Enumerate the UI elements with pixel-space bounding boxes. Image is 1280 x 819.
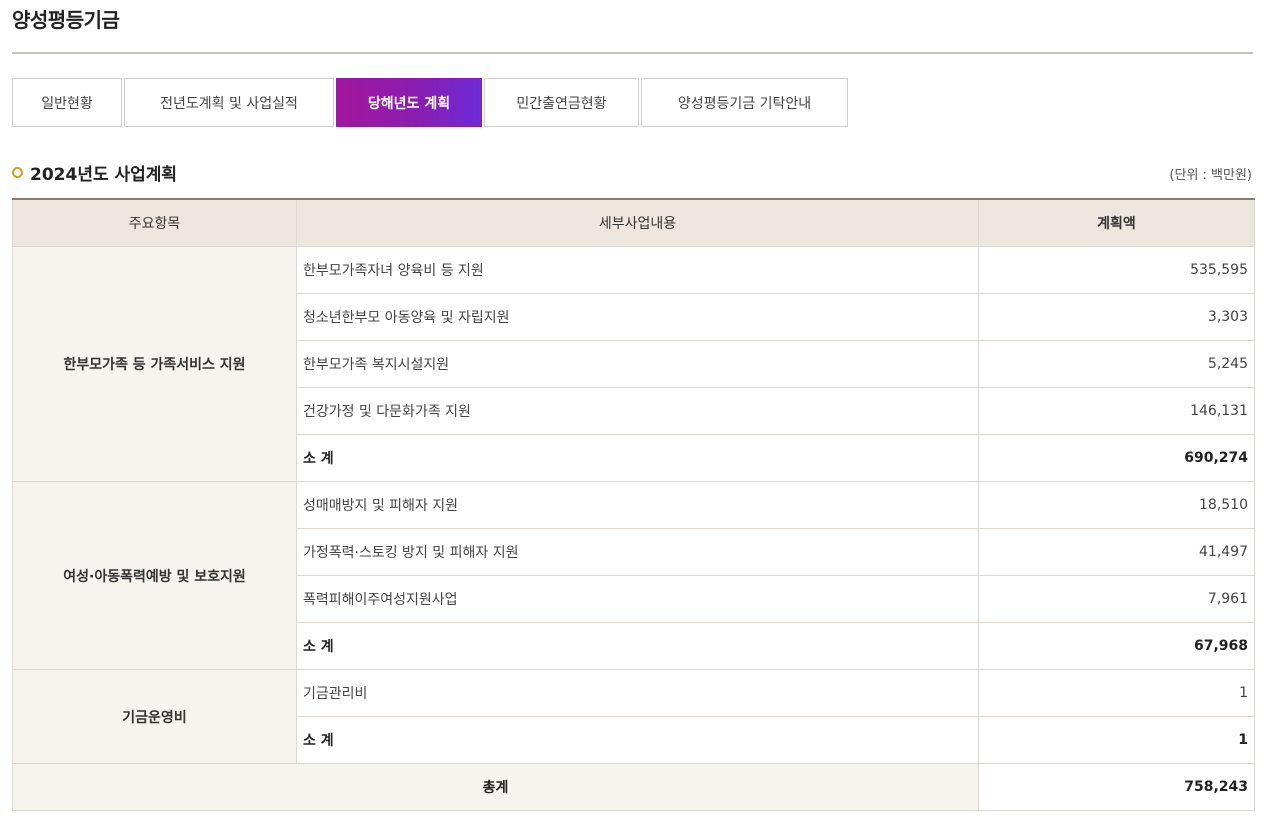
detail-cell: 청소년한부모 아동양육 및 자립지원 [296, 293, 979, 341]
tab-bar: 일반현황 전년도계획 및 사업실적 당해년도 계획 민간출연금현황 양성평등기금… [12, 78, 850, 127]
table-row: 한부모가족 등 가족서비스 지원 한부모가족자녀 양육비 등 지원 535,59… [12, 246, 1255, 482]
subtotal-amount: 1 [978, 716, 1255, 764]
header-main-item: 주요항목 [12, 198, 297, 247]
table-row: 여성·아동폭력예방 및 보호지원 성매매방지 및 피해자 지원 18,510 [12, 481, 1255, 670]
header-detail: 세부사업내용 [296, 198, 979, 247]
tab-current-year-plan[interactable]: 당해년도 계획 [336, 78, 482, 127]
table-header-row: 주요항목 세부사업내용 계획액 [12, 198, 1255, 247]
detail-cell: 가정폭력·스토킹 방지 및 피해자 지원 [296, 528, 979, 576]
amount-cell: 18,510 [978, 481, 1255, 529]
detail-cell: 기금관리비 [296, 669, 979, 717]
detail-cell: 폭력피해이주여성지원사업 [296, 575, 979, 623]
subtotal-label: 소 계 [296, 622, 979, 670]
table-row: 기금운영비 기금관리비 1 [12, 669, 1255, 764]
tab-general-status[interactable]: 일반현황 [12, 78, 122, 127]
amount-cell: 41,497 [978, 528, 1255, 576]
detail-cell: 건강가정 및 다문화가족 지원 [296, 387, 979, 435]
detail-cell: 성매매방지 및 피해자 지원 [296, 481, 979, 529]
page-title: 양성평등기금 [12, 8, 120, 32]
amount-cell: 535,595 [978, 246, 1255, 294]
amount-cell: 7,961 [978, 575, 1255, 623]
detail-cell: 한부모가족 복지시설지원 [296, 340, 979, 388]
tab-previous-year-plan[interactable]: 전년도계획 및 사업실적 [124, 78, 334, 127]
amount-cell: 1 [978, 669, 1255, 717]
total-label: 총계 [12, 763, 979, 811]
tab-private-contributions[interactable]: 민간출연금현황 [484, 78, 639, 127]
amount-cell: 146,131 [978, 387, 1255, 435]
tab-donation-guide[interactable]: 양성평등기금 기탁안내 [641, 78, 848, 127]
section-title-text: 2024년도 사업계획 [30, 165, 178, 185]
subtotal-label: 소 계 [296, 716, 979, 764]
detail-cell: 한부모가족자녀 양육비 등 지원 [296, 246, 979, 294]
title-divider [12, 52, 1253, 54]
budget-plan-table: 주요항목 세부사업내용 계획액 한부모가족 등 가족서비스 지원 한부모가족자녀… [12, 198, 1255, 811]
header-amount: 계획액 [978, 198, 1255, 247]
unit-note: (단위 : 백만원) [1169, 168, 1252, 183]
circle-bullet-icon [12, 167, 23, 178]
subtotal-amount: 67,968 [978, 622, 1255, 670]
subtotal-amount: 690,274 [978, 434, 1255, 482]
category-cell: 여성·아동폭력예방 및 보호지원 [12, 481, 297, 670]
subtotal-label: 소 계 [296, 434, 979, 482]
category-cell: 기금운영비 [12, 669, 297, 764]
total-row: 총계 758,243 [12, 763, 1255, 811]
amount-cell: 5,245 [978, 340, 1255, 388]
amount-cell: 3,303 [978, 293, 1255, 341]
category-cell: 한부모가족 등 가족서비스 지원 [12, 246, 297, 482]
total-amount: 758,243 [978, 763, 1255, 811]
section-title: 2024년도 사업계획 [12, 160, 177, 185]
